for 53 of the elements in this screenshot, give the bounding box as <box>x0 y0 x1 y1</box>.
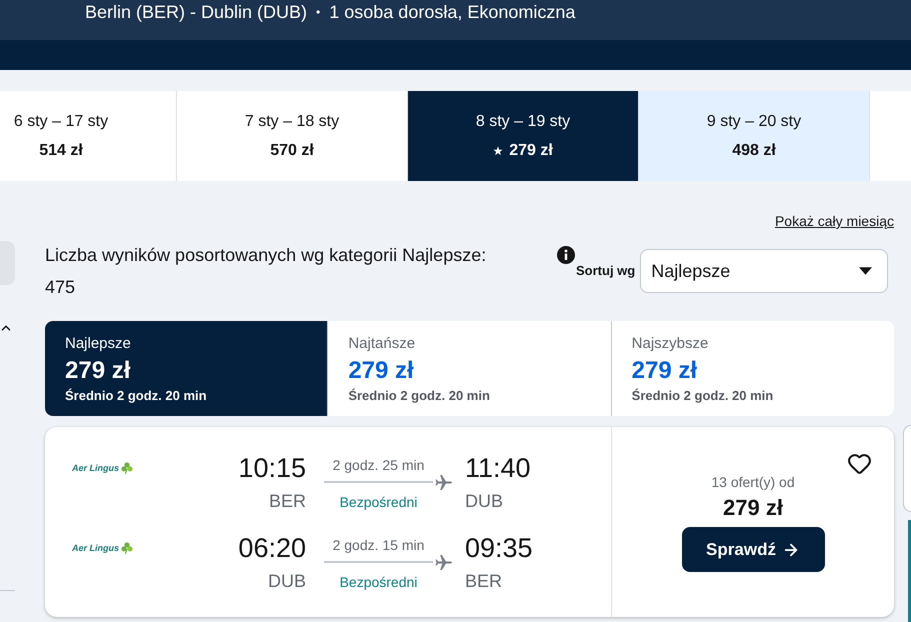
sort-tab-average: Średnio 2 godz. 20 min <box>65 388 207 404</box>
arrival-time: 11:40 <box>465 452 531 484</box>
select-button[interactable]: Sprawdź <box>682 527 824 572</box>
shamrock-icon <box>121 462 134 474</box>
tab-price: 279 zł <box>509 140 553 160</box>
tab-dates: 8 sty – 19 sty <box>476 112 570 132</box>
sort-tab-label: Najlepsze <box>65 335 131 353</box>
separator-dot: • <box>316 4 320 21</box>
plane-icon <box>435 474 452 490</box>
sort-label: Sortuj wg <box>576 263 636 279</box>
sort-tab-price: 279 zł <box>632 357 698 385</box>
flight-duration: 2 godz. 25 min <box>332 456 426 474</box>
date-tab[interactable]: 9 sty – 20 sty 498 zł <box>639 91 870 181</box>
sort-select[interactable]: Najlepsze <box>640 249 888 293</box>
sort-tab[interactable]: Najlepsze 279 zł Średnio 2 godz. 20 min <box>45 321 328 416</box>
airline-logo-text: Aer Lingus <box>72 462 120 474</box>
month-link[interactable]: Pokaż cały miesiąc <box>774 212 894 230</box>
shamrock-icon <box>121 542 134 554</box>
departure-time: 10:15 <box>238 452 306 484</box>
heart-icon[interactable] <box>847 451 872 476</box>
plane-icon <box>435 554 452 570</box>
flight-price: 279 zł <box>723 495 783 521</box>
travellers-info: 1 osoba dorosła, Ekonomiczna <box>329 1 576 23</box>
arrival-time: 09:35 <box>465 532 533 564</box>
arrival-airport: BER <box>465 570 502 593</box>
sort-tab-price: 279 zł <box>65 357 130 385</box>
info-icon[interactable] <box>557 246 575 264</box>
stops-label: Bezpośredni <box>338 493 418 511</box>
tab-price: 514 zł <box>39 140 83 160</box>
sort-tab-label: Najtańsze <box>348 335 416 353</box>
sort-tab-label: Najszybsze <box>632 335 708 353</box>
sort-tab-average: Średnio 2 godz. 20 min <box>632 388 774 404</box>
tab-dates: 7 sty – 18 sty <box>244 112 340 132</box>
route-title: Berlin (BER) - Dublin (DUB) <box>85 1 308 23</box>
sort-tab[interactable]: Najszybsze 279 zł Średnio 2 godz. 20 min <box>610 321 894 416</box>
sort-tab-price: 279 zł <box>348 357 414 385</box>
stops-label: Bezpośredni <box>338 573 418 591</box>
airline-logo-text: Aer Lingus <box>72 542 120 554</box>
caret-down-icon <box>859 267 872 275</box>
departure-time: 06:20 <box>238 532 306 564</box>
sort-tab-average: Średnio 2 godz. 20 min <box>348 388 490 404</box>
tab-price: 498 zł <box>732 140 776 160</box>
arrival-airport: DUB <box>465 490 504 513</box>
results-summary: Liczba wyników posortowanych wg kategorii Najlepsze: 475 <box>45 244 488 299</box>
tab-price: 570 zł <box>270 140 314 160</box>
date-tab[interactable]: 8 sty – 19 sty 279 zł <box>408 91 639 181</box>
departure-airport: BER <box>268 490 306 513</box>
flight-card[interactable]: Aer Lingus 10:15 BER 2 godz. 25 min Bezpośredni 11:40 DUB Aer Lingus 06:20 DUB 2 godz. 15 min Bezpośredni 09:35 BER 13 ofert(y) od 279 zł Sprawdź <box>45 427 894 617</box>
flight-duration: 2 godz. 15 min <box>332 536 426 554</box>
tab-dates: 6 sty – 17 sty <box>14 112 108 132</box>
departure-airport: DUB <box>268 570 306 593</box>
tab-dates: 9 sty – 20 sty <box>706 112 802 132</box>
offers-count: 13 ofert(y) od <box>711 473 795 491</box>
